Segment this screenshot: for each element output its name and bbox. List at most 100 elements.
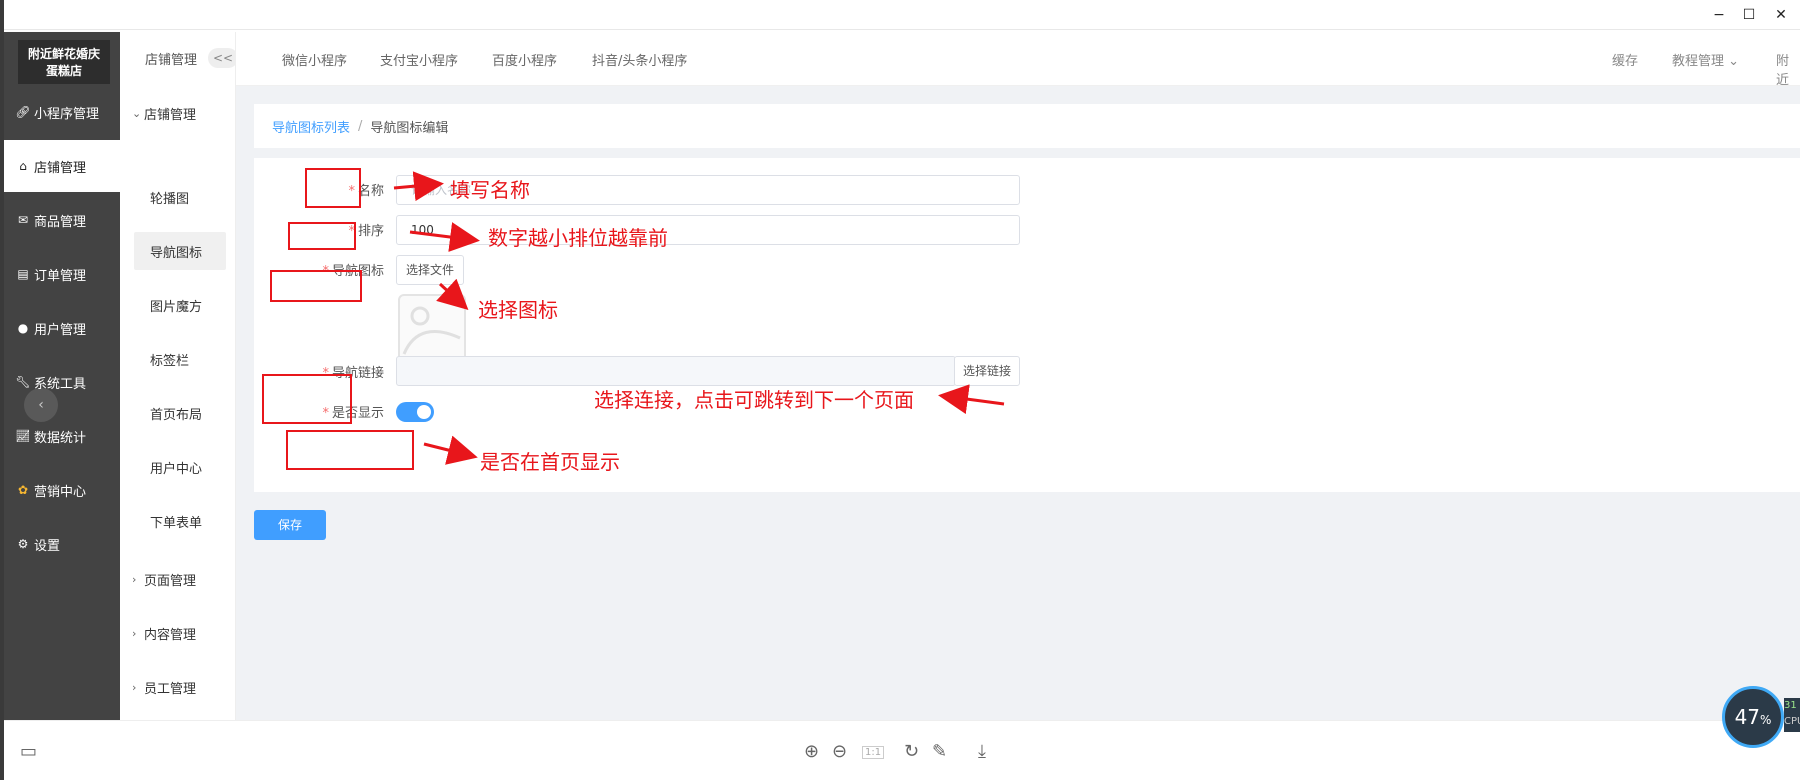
- sidebar-item-label: 设置: [34, 538, 61, 554]
- subnav-item-banner[interactable]: 轮播图: [134, 178, 226, 216]
- download-icon[interactable]: ⤓: [978, 741, 986, 762]
- cpu-percent: 47: [1734, 705, 1761, 729]
- annotation-sort: 数字越小排位越靠前: [488, 226, 668, 250]
- subnav-item-image-cube[interactable]: 图片魔方: [134, 286, 226, 324]
- sort-label-text: 排序: [357, 224, 384, 239]
- order-icon: ▤: [17, 267, 29, 281]
- chevron-right-icon: ›: [132, 572, 137, 586]
- collapse-sidebar-button[interactable]: ‹: [24, 388, 58, 422]
- settings-icon: ⚙: [17, 537, 29, 551]
- image-icon: [402, 306, 461, 355]
- cpu-side-panel: 31 CPU: [1784, 698, 1800, 732]
- sidebar-item-settings[interactable]: ⚙ 设置: [4, 518, 120, 570]
- sidebar-item-tools[interactable]: 🔧︎ 系统工具: [4, 356, 120, 408]
- layout-icon[interactable]: ▭: [20, 741, 37, 762]
- tab-douyin[interactable]: 抖音/头条小程序: [592, 50, 687, 69]
- sidebar-item-goods[interactable]: ✉ 商品管理: [4, 194, 120, 246]
- top-tabs-bar: 微信小程序 支付宝小程序 百度小程序 抖音/头条小程序 缓存 教程管理 ⌄ 附近: [236, 32, 1800, 88]
- annotation-show: 是否在首页显示: [480, 450, 620, 474]
- subnav-group-label: 员工管理: [144, 681, 197, 697]
- shop-name: 附近鲜花婚庆 蛋糕店: [18, 40, 110, 84]
- subnav-item-order-form[interactable]: 下单表单: [134, 502, 226, 540]
- subnav-item-tabbar[interactable]: 标签栏: [134, 340, 226, 378]
- breadcrumb: 导航图标列表 / 导航图标编辑: [254, 104, 1800, 148]
- viewer-toolbar: ▭ ⊕ ⊖ 1:1 ↻ ✎ ⤓: [4, 720, 1800, 780]
- save-button[interactable]: 保存: [254, 510, 326, 540]
- subnav-group-label: 店铺管理: [144, 107, 197, 123]
- annotation-box-icon: [270, 270, 362, 302]
- sidebar-item-label: 营销中心: [34, 484, 87, 500]
- chevron-right-icon: ›: [132, 626, 137, 640]
- toggle-knob: [417, 405, 431, 419]
- secondary-nav: 店铺管理 << ⌄ 店铺管理 轮播图 导航图标 图片魔方 标签栏 首页布局 用户中…: [120, 32, 238, 720]
- subnav-item-home-layout[interactable]: 首页布局: [134, 394, 226, 432]
- subnav-item-nav-icons[interactable]: 导航图标: [134, 232, 226, 270]
- subnav-item-user-center[interactable]: 用户中心: [134, 448, 226, 486]
- user-icon: ●: [17, 321, 29, 335]
- marketing-icon: ✿: [17, 483, 29, 497]
- wrench-icon: 🔧︎: [15, 375, 31, 389]
- subnav-group-label: 页面管理: [144, 573, 197, 589]
- sidebar-item-stats[interactable]: 📈︎ 数据统计: [4, 410, 120, 462]
- sidebar-item-miniprogram[interactable]: 🔗︎ 小程序管理: [4, 86, 120, 138]
- tab-baidu[interactable]: 百度小程序: [492, 50, 557, 69]
- shop-name-line1: 附近鲜花婚庆: [27, 47, 100, 61]
- sidebar-item-orders[interactable]: ▤ 订单管理: [4, 248, 120, 300]
- sidebar-item-marketing[interactable]: ✿ 营销中心: [4, 464, 120, 516]
- subnav-group-pages[interactable]: › 页面管理: [132, 560, 196, 598]
- cache-link[interactable]: 缓存: [1612, 50, 1638, 69]
- actual-size-icon[interactable]: 1:1: [862, 746, 885, 759]
- zoom-in-icon[interactable]: ⊕: [804, 741, 819, 762]
- sidebar-item-label: 商品管理: [34, 214, 87, 230]
- nearby-link[interactable]: 附近: [1776, 50, 1800, 88]
- cpu-side-label: CPU: [1784, 716, 1800, 727]
- minimize-button[interactable]: −: [1710, 6, 1728, 24]
- chevron-down-icon: ⌄: [132, 106, 142, 120]
- main-sidebar: 附近鲜花婚庆 蛋糕店 🔗︎ 小程序管理 ⌂ 店铺管理 ✉ 商品管理 ▤ 订单管理 ● 用户…: [4, 32, 120, 720]
- name-label-text: 名称: [357, 184, 384, 199]
- breadcrumb-current: 导航图标编辑: [370, 120, 449, 136]
- tab-alipay[interactable]: 支付宝小程序: [380, 50, 458, 69]
- choose-file-button[interactable]: 选择文件: [396, 255, 464, 285]
- zoom-out-icon[interactable]: ⊖: [832, 741, 847, 762]
- store-icon: ⌂: [19, 159, 27, 173]
- breadcrumb-parent-link[interactable]: 导航图标列表: [272, 117, 350, 136]
- breadcrumb-separator: /: [358, 118, 363, 134]
- annotation-box-link: [262, 374, 352, 424]
- edit-icon[interactable]: ✎: [932, 741, 947, 762]
- annotation-box-show: [286, 430, 414, 470]
- tutorial-menu[interactable]: 教程管理 ⌄: [1672, 50, 1739, 69]
- show-toggle[interactable]: [396, 402, 434, 422]
- sidebar-item-store[interactable]: ⌂ 店铺管理: [4, 140, 120, 192]
- cpu-meter: 47%: [1722, 686, 1784, 748]
- link-icon: 🔗︎: [15, 105, 31, 119]
- rotate-icon[interactable]: ↻: [904, 741, 919, 762]
- maximize-button[interactable]: ☐: [1740, 6, 1758, 24]
- shop-name-line2: 蛋糕店: [45, 64, 82, 78]
- close-button[interactable]: ✕: [1772, 6, 1790, 24]
- link-input[interactable]: [396, 356, 956, 386]
- subnav-group-staff[interactable]: › 员工管理: [132, 668, 196, 706]
- sidebar-item-label: 数据统计: [34, 430, 87, 446]
- tab-wechat[interactable]: 微信小程序: [282, 50, 347, 69]
- window-titlebar: − ☐ ✕: [0, 0, 1800, 30]
- choose-link-button[interactable]: 选择链接: [954, 356, 1020, 386]
- subnav-group-label: 内容管理: [144, 627, 197, 643]
- subnav-group-content[interactable]: › 内容管理: [132, 614, 196, 652]
- edit-form: * 名称 请输入名称 * 排序 100 * 导航图标 选择文件 * 导航链接 选择链接 …: [254, 158, 1800, 492]
- annotation-box-sort: [288, 222, 356, 250]
- chart-icon: 📈︎: [15, 429, 31, 443]
- image-placeholder-icon[interactable]: [398, 294, 466, 362]
- sidebar-item-label: 店铺管理: [34, 160, 87, 176]
- cpu-unit: %: [1760, 713, 1772, 727]
- subnav-group-store[interactable]: ⌄ 店铺管理: [132, 94, 196, 132]
- annotation-name: 填写名称: [450, 178, 530, 202]
- tutorial-label: 教程管理: [1672, 54, 1725, 69]
- chevron-right-icon: ›: [132, 680, 137, 694]
- sidebar-item-label: 小程序管理: [34, 106, 100, 122]
- annotation-box-name: [305, 168, 361, 208]
- sidebar-item-label: 订单管理: [34, 268, 87, 284]
- sidebar-item-users[interactable]: ● 用户管理: [4, 302, 120, 354]
- collapse-subnav-button[interactable]: <<: [208, 48, 238, 68]
- annotation-icon: 选择图标: [478, 298, 558, 322]
